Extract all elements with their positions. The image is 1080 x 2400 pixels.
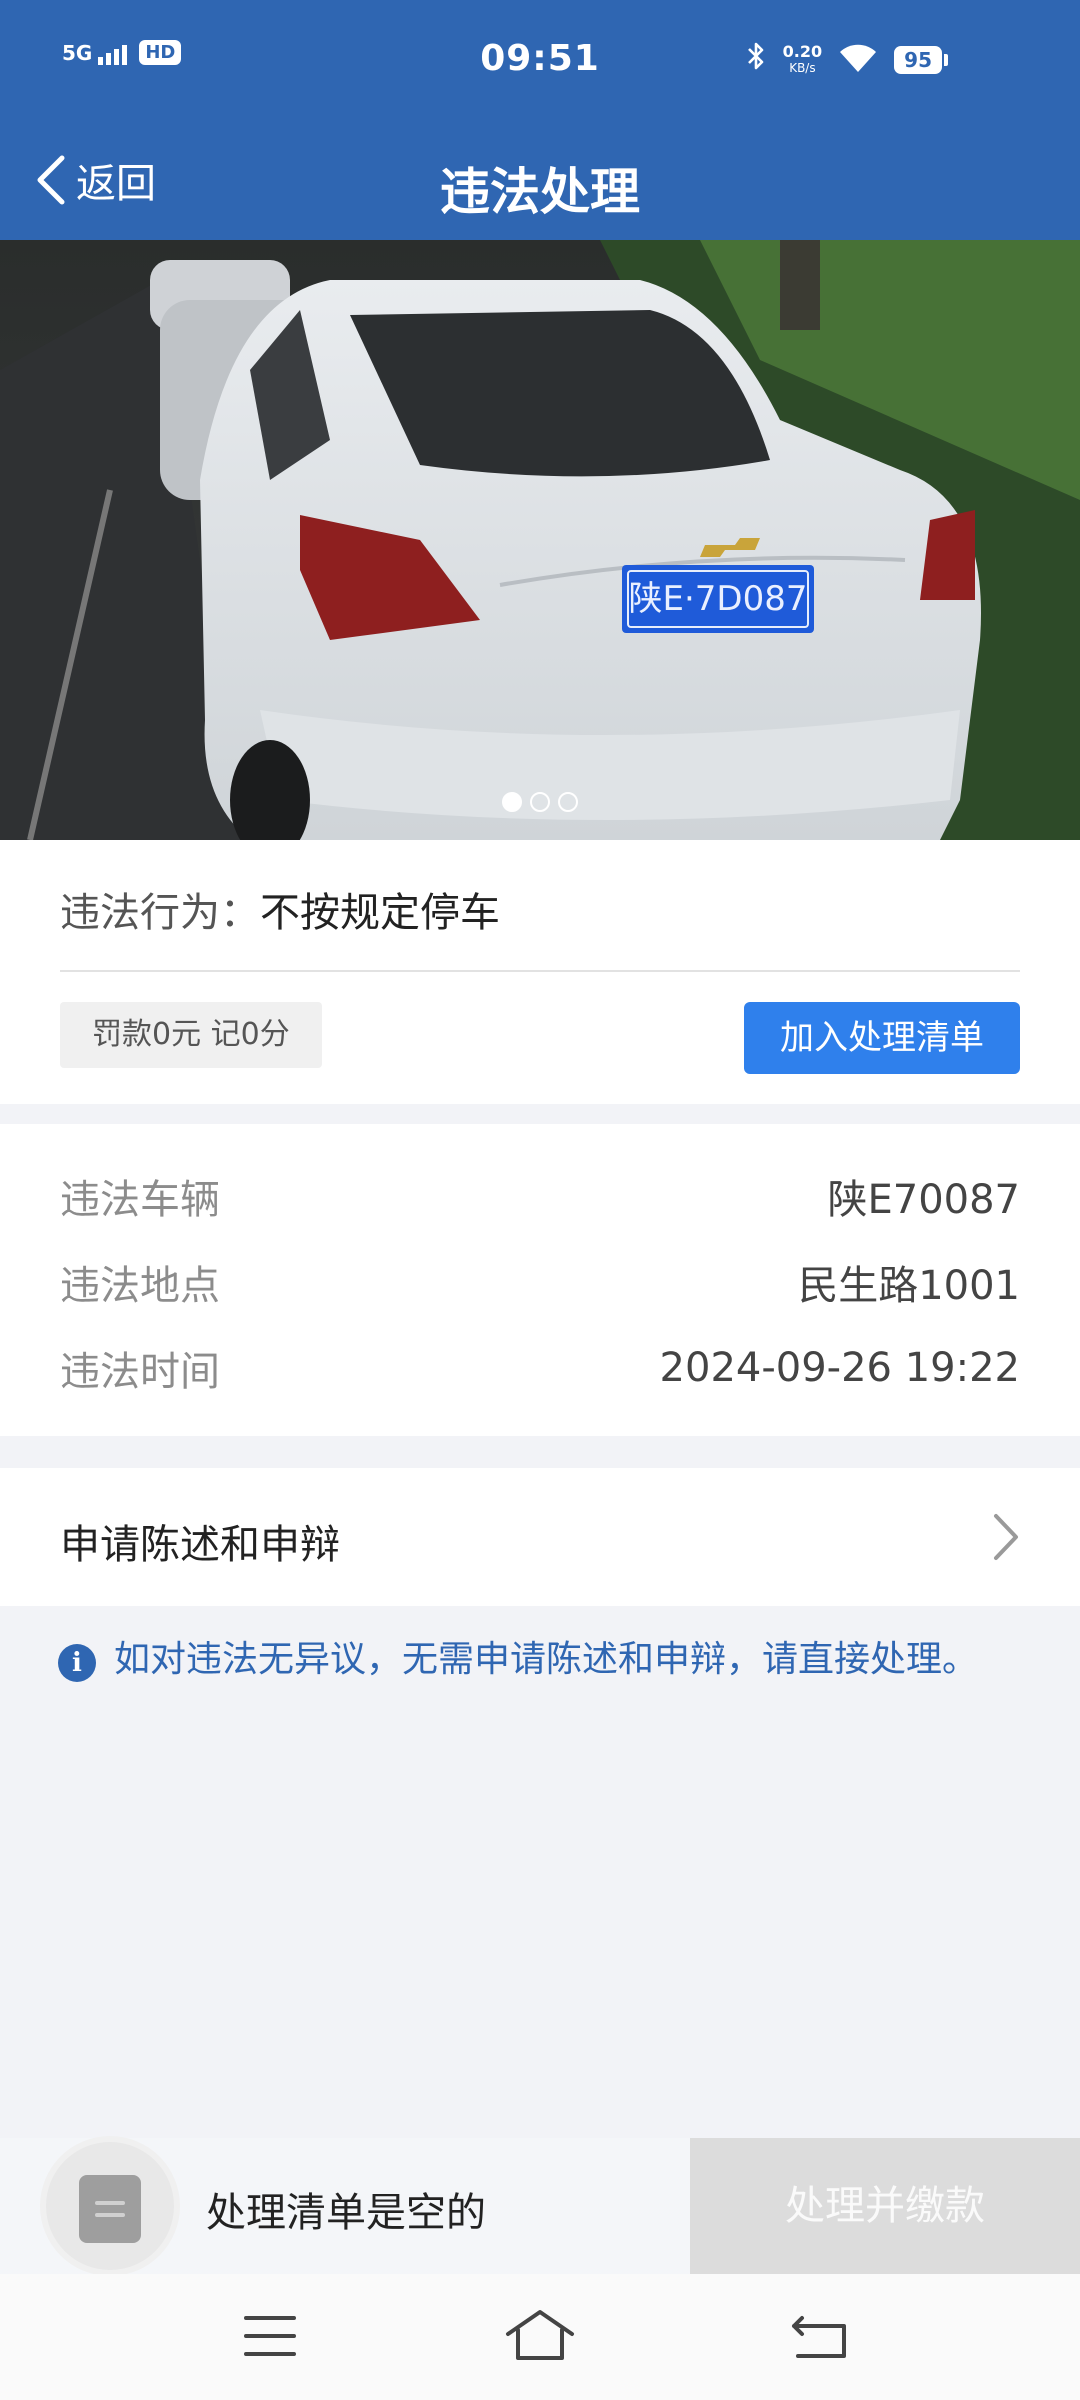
action-bar: 处理清单是空的 处理并缴款 [0,2138,1080,2274]
violation-photo-carousel[interactable]: 陕E·7D087 [0,240,1080,840]
home-button[interactable] [500,2304,580,2368]
fine-badge: 罚款0元 记0分 [60,1002,322,1068]
system-back-button[interactable] [782,2304,862,2368]
menu-button[interactable] [230,2304,310,2368]
bluetooth-icon [745,40,767,79]
list-empty-text: 处理清单是空的 [206,2190,486,2236]
violation-card: 违法行为： 不按规定停车 罚款0元 记0分 加入处理清单 [0,840,1080,1104]
appeal-row[interactable]: 申请陈述和申辩 [0,1468,1080,1606]
system-nav-bar [0,2274,1080,2400]
chevron-right-icon [994,1514,1018,1560]
add-to-list-button[interactable]: 加入处理清单 [744,1002,1020,1074]
detail-label: 违法车辆 [60,1177,220,1223]
home-icon [506,2310,574,2360]
top-bar: 5G HD 09:51 0.20 KB/s 95 返回 违法处理 [0,0,1080,240]
info-note: i 如对违法无异议，无需申请陈述和申辩，请直接处理。 [58,1636,988,1684]
menu-icon [244,2316,296,2356]
detail-row-time: 违法时间 2024-09-26 19:22 [60,1338,1020,1398]
info-icon: i [58,1644,96,1682]
carousel-indicator [0,792,1080,812]
back-button[interactable]: 返回 [34,148,156,212]
status-bar: 5G HD 09:51 0.20 KB/s 95 [0,0,1080,122]
detail-label: 违法时间 [60,1349,220,1395]
violation-details: 违法车辆 陕E70087 违法地点 民生路1001 违法时间 2024-09-2… [0,1124,1080,1436]
app-screen: 5G HD 09:51 0.20 KB/s 95 返回 违法处理 陕E·7D08… [0,0,1080,2400]
list-icon [79,2175,141,2243]
detail-row-location: 违法地点 民生路1001 [60,1252,1020,1312]
battery-level: 95 [894,45,942,74]
speed-unit: KB/s [789,60,816,75]
appeal-label: 申请陈述和申辩 [60,1522,340,1568]
violation-behavior: 违法行为： 不按规定停车 [60,880,500,938]
back-chevron-icon [37,155,65,205]
detail-label: 违法地点 [60,1263,220,1309]
carousel-dot[interactable] [530,792,550,812]
detail-value: 民生路1001 [798,1263,1020,1309]
speed-value: 0.20 [782,41,823,61]
license-plate-text: 陕E·7D087 [629,579,808,619]
detail-value: 2024-09-26 19:22 [659,1345,1020,1391]
carousel-dot[interactable] [558,792,578,812]
note-text: 如对违法无异议，无需申请陈述和申辩，请直接处理。 [114,1639,979,1680]
process-list-button[interactable] [46,2142,174,2270]
process-and-pay-button[interactable]: 处理并缴款 [690,2138,1080,2274]
page-title: 违法处理 [440,163,640,221]
detail-value: 陕E70087 [827,1177,1020,1223]
back-label: 返回 [76,161,156,207]
behavior-label: 违法行为： [60,890,260,936]
violation-photo: 陕E·7D087 [0,240,1080,840]
nav-bar: 返回 违法处理 [0,122,1080,240]
divider [60,970,1020,972]
battery-icon: 95 [894,45,948,74]
detail-row-vehicle: 违法车辆 陕E70087 [60,1166,1020,1226]
back-icon [792,2316,846,2358]
network-speed: 0.20 KB/s [782,41,823,76]
behavior-value: 不按规定停车 [260,890,500,936]
wifi-icon [838,42,878,78]
status-right: 0.20 KB/s 95 [745,40,948,79]
carousel-dot[interactable] [502,792,522,812]
